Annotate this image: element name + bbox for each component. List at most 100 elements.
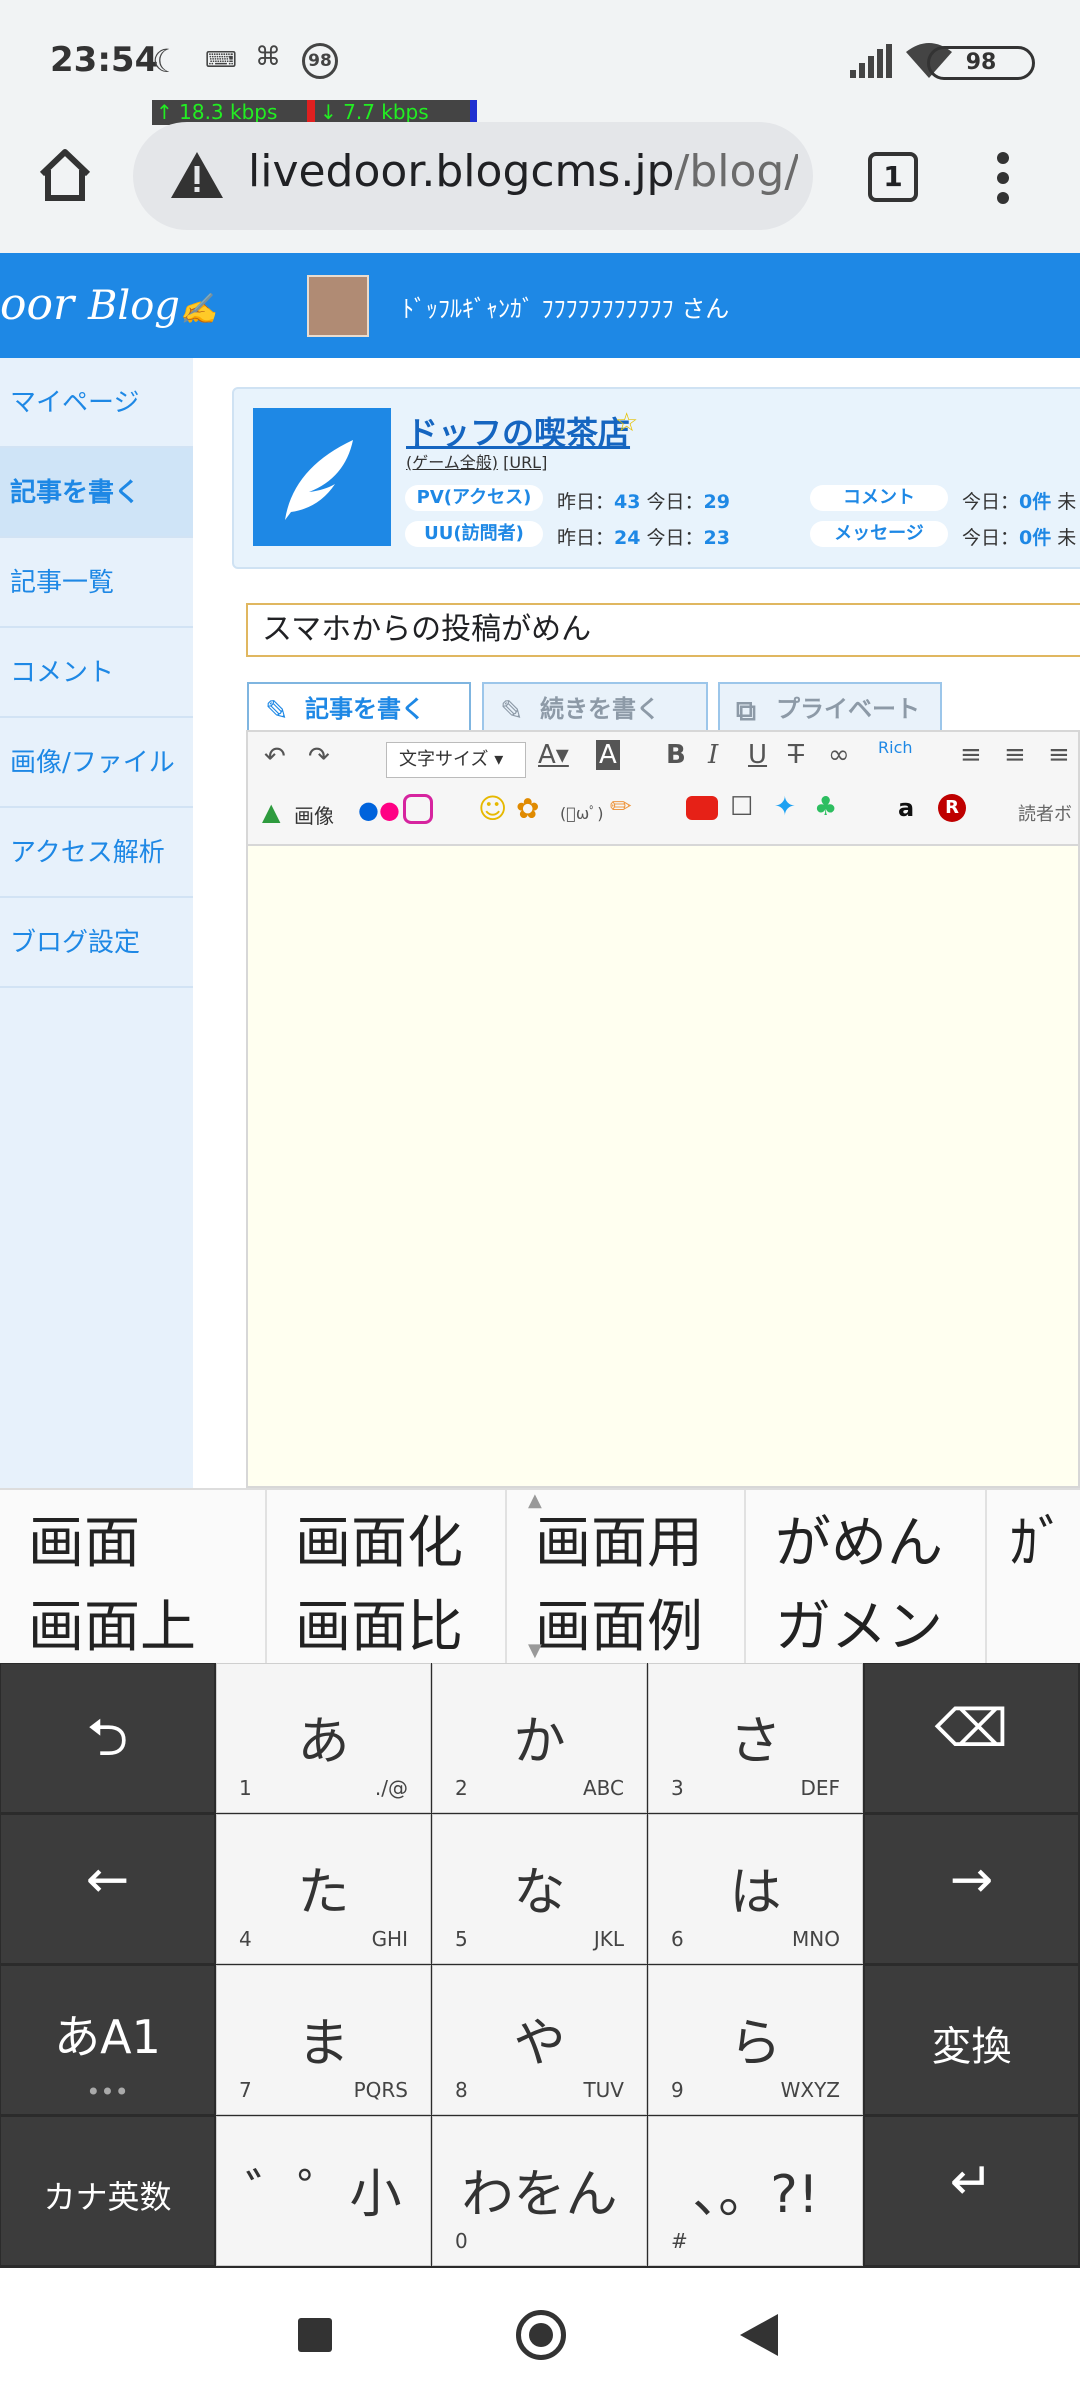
key-na[interactable]: な 5 JKL	[432, 1814, 647, 1964]
key-ma[interactable]: ま 7 PQRS	[216, 1965, 431, 2115]
left-arrow-key[interactable]: ←	[0, 1814, 215, 1964]
instagram-icon[interactable]	[403, 794, 433, 824]
pencil-icon[interactable]: ✏	[610, 792, 632, 822]
font-size-select[interactable]: 文字サイズ ▾	[386, 742, 526, 778]
tab-continue[interactable]: ✎ 続きを書く	[482, 682, 708, 736]
key-punctuation[interactable]: 、。?! #	[648, 2116, 863, 2266]
candidate-item[interactable]: ｶﾞ	[1010, 1498, 1066, 1579]
key-wa[interactable]: わをん 0	[432, 2116, 647, 2266]
sidebar-item-mypage[interactable]: マイページ	[0, 358, 193, 448]
home-icon[interactable]	[36, 146, 94, 208]
highlight-icon[interactable]: A	[596, 740, 620, 770]
candidate-item[interactable]: がめん	[775, 1498, 943, 1579]
input-mode-key[interactable]: あA1 •••	[0, 1965, 215, 2115]
feather-icon[interactable]	[253, 408, 391, 546]
image-icon[interactable]: ▲	[262, 798, 280, 826]
image-label[interactable]: 画像	[294, 800, 334, 829]
url-link[interactable]: [URL]	[503, 453, 547, 472]
tab-private[interactable]: ⧉ プライベート	[718, 682, 942, 736]
align-left-icon[interactable]: ≡	[960, 740, 982, 770]
undo-icon[interactable]: ↶	[264, 742, 286, 772]
key-ha[interactable]: は 6 MNO	[648, 1814, 863, 1964]
align-center-icon[interactable]: ≡	[1004, 740, 1026, 770]
key-dakuten[interactable]: ゛゜小	[216, 2116, 431, 2266]
undo-key[interactable]: ⮌	[0, 1663, 215, 1813]
flickr-icon[interactable]: ●●	[358, 796, 400, 824]
italic-icon[interactable]: I	[708, 740, 718, 770]
upload-speed: ↑ 18.3 kbps	[156, 100, 278, 124]
url-text: livedoor.blogcms.jp/blog/dc	[248, 146, 798, 197]
tab-write[interactable]: ✎ 記事を書く	[247, 682, 471, 736]
address-bar[interactable]: livedoor.blogcms.jp/blog/dc	[133, 122, 813, 230]
key-ra[interactable]: ら 9 WXYZ	[648, 1965, 863, 2115]
link-icon[interactable]: ∞	[828, 740, 850, 770]
reader-button-label[interactable]: 読者ボ	[1018, 800, 1072, 826]
editor-body[interactable]	[246, 846, 1080, 1488]
pv-stats: 昨日：43 今日：29	[557, 491, 730, 513]
enter-key[interactable]: ↵	[864, 2116, 1079, 2266]
keyboard: ⮌ あ 1 ./@ か 2 ABC さ 3 DEF ⌫ ← た 4 GHI な 5 JKL は 6 MN…	[0, 1663, 1080, 2268]
rich-link-icon[interactable]: Rich	[878, 738, 913, 757]
sidebar-item-comments[interactable]: コメント	[0, 628, 193, 718]
moon-icon: ☾	[152, 42, 181, 80]
key-ka[interactable]: か 2 ABC	[432, 1663, 647, 1813]
rakuten-icon[interactable]: R	[938, 794, 966, 822]
sidebar-item-files[interactable]: 画像/ファイル	[0, 718, 193, 808]
tab-switcher-button[interactable]: 1	[868, 152, 918, 202]
badge-icon: 98	[302, 43, 338, 79]
font-color-icon[interactable]: A▾	[538, 740, 569, 770]
keyboard-icon: ⌨	[205, 48, 237, 73]
uu-label: UU(訪問者)	[405, 521, 543, 547]
candidate-item[interactable]: 画面比	[295, 1582, 463, 1663]
sidebar-item-settings[interactable]: ブログ設定	[0, 898, 193, 988]
expand-candidates-icon[interactable]: ▲	[528, 1490, 542, 1511]
sticker-icon[interactable]: ✿	[516, 792, 539, 825]
amazon-icon[interactable]: a	[898, 794, 914, 822]
menu-icon[interactable]	[990, 150, 1016, 210]
sidebar-item-analytics[interactable]: アクセス解析	[0, 808, 193, 898]
kana-eisu-key[interactable]: カナ英数	[0, 2116, 215, 2266]
key-ta[interactable]: た 4 GHI	[216, 1814, 431, 1964]
warning-icon	[171, 152, 223, 202]
key-sa[interactable]: さ 3 DEF	[648, 1663, 863, 1813]
post-title-input[interactable]: スマホからの投稿がめん	[246, 603, 1080, 657]
blog-logo[interactable]: oor Blog✍	[0, 279, 217, 330]
kaomoji-icon[interactable]: (ﾟωﾟ)	[560, 800, 604, 824]
bold-icon[interactable]: B	[666, 740, 686, 770]
collapse-candidates-icon[interactable]: ▼	[528, 1640, 542, 1661]
redo-icon[interactable]: ↷	[308, 742, 330, 772]
avatar[interactable]	[307, 275, 369, 337]
convert-key[interactable]: 変換	[864, 1965, 1079, 2115]
blog-name-link[interactable]: ドッフの喫茶店	[406, 408, 630, 454]
candidate-item[interactable]: 画面用	[535, 1498, 703, 1579]
right-arrow-key[interactable]: →	[864, 1814, 1079, 1964]
backspace-key[interactable]: ⌫	[864, 1663, 1079, 1813]
align-right-icon[interactable]: ≡	[1048, 740, 1070, 770]
candidate-item[interactable]: 画面上	[28, 1582, 196, 1663]
sidebar-item-articles[interactable]: 記事一覧	[0, 538, 193, 628]
emoji-icon[interactable]: ☺	[478, 792, 507, 825]
home-nav-icon[interactable]	[516, 2310, 566, 2360]
key-a[interactable]: あ 1 ./@	[216, 1663, 431, 1813]
navigation-bar	[0, 2268, 1080, 2400]
sidebar-item-write[interactable]: 記事を書く	[0, 448, 193, 538]
evernote-icon[interactable]: ♣	[814, 792, 837, 822]
twitter-icon[interactable]: ✦	[774, 792, 796, 822]
battery-icon: 98	[927, 46, 1035, 80]
pv-label: PV(アクセス)	[405, 485, 543, 511]
candidate-item[interactable]: ガメン	[775, 1582, 943, 1663]
underline-icon[interactable]: U	[748, 740, 767, 770]
youtube-icon[interactable]	[686, 796, 718, 820]
edit-icon: ✎	[500, 694, 524, 727]
strikethrough-icon[interactable]: T	[788, 740, 804, 770]
candidate-item[interactable]: 画面化	[295, 1498, 463, 1579]
star-icon[interactable]: ☆	[615, 408, 638, 438]
key-ya[interactable]: や 8 TUV	[432, 1965, 647, 2115]
blog-header: oor Blog✍ ﾄﾞｯﾌﾙｷﾞｬﾝｶﾞ ﾌﾌﾌﾌﾌﾌﾌﾌﾌﾌﾌ さん	[0, 253, 1080, 358]
recents-icon[interactable]	[298, 2318, 332, 2352]
candidate-item[interactable]: 画面	[28, 1498, 140, 1579]
candidate-item[interactable]: 画面例	[535, 1582, 703, 1663]
back-icon[interactable]	[740, 2314, 778, 2360]
niconico-icon[interactable]: ☐	[730, 792, 753, 822]
lock-icon: ⧉	[736, 694, 756, 727]
